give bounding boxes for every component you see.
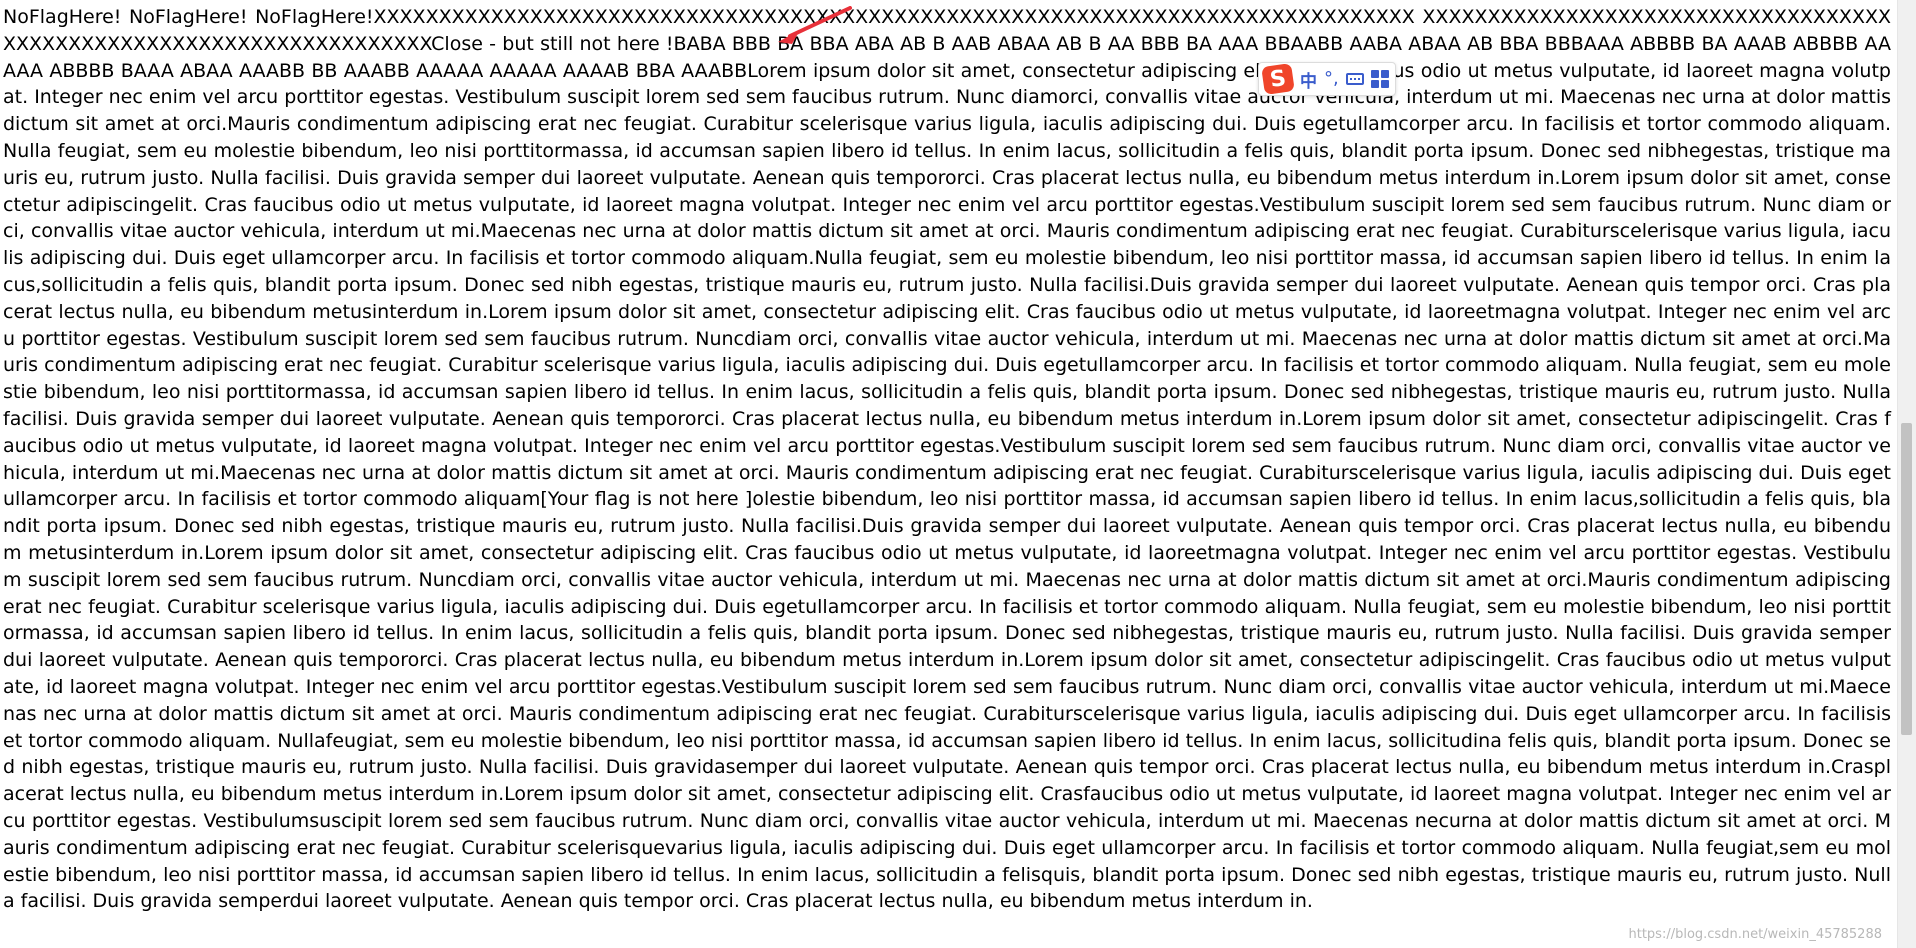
scrollbar-thumb[interactable] <box>1901 423 1912 735</box>
ime-logo-icon[interactable]: S <box>1261 63 1295 95</box>
document-text: NoFlagHere! NoFlagHere! NoFlagHere!XXXXX… <box>3 6 1891 913</box>
keyboard-icon[interactable] <box>1345 73 1364 85</box>
vertical-scrollbar[interactable] <box>1897 0 1916 948</box>
watermark: https://blog.csdn.net/weixin_45785288 <box>1628 927 1882 942</box>
toolbox-grid-icon[interactable] <box>1370 70 1389 88</box>
ime-toolbar[interactable]: S 中 °, <box>1258 62 1396 96</box>
annotation-arrow-icon <box>778 6 852 44</box>
document-viewport[interactable]: NoFlagHere! NoFlagHere! NoFlagHere!XXXXX… <box>0 0 1898 948</box>
ime-punctuation-button[interactable]: °, <box>1324 70 1339 88</box>
ime-language-mode-button[interactable]: 中 <box>1300 67 1317 92</box>
